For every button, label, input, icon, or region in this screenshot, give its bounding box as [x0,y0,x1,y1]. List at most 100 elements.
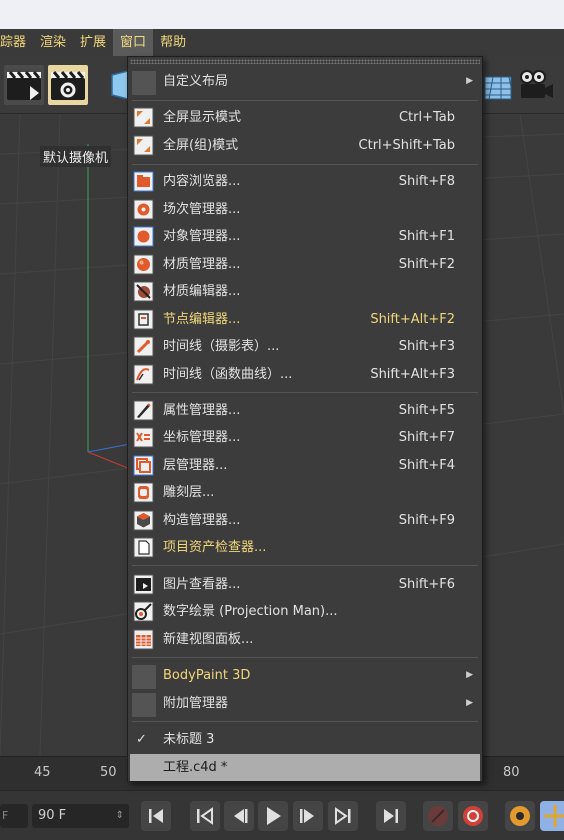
menu-item-label: 节点编辑器... [163,312,241,327]
stepper-icon[interactable]: ⇕ [116,804,124,828]
menu-item-object-manager[interactable]: 对象管理器... Shift+F1 [128,223,482,250]
menu-item-projection-man[interactable]: 数字绘景 (Projection Man)... [128,598,482,625]
clapper-play-icon [7,71,41,100]
icon-gutter [132,71,156,95]
menu-item-additional-managers[interactable]: 附加管理器 ▶ [128,690,482,717]
structure-manager-icon [133,510,154,531]
gear-icon [510,806,530,826]
render-view-button[interactable] [4,65,44,105]
end-frame-field[interactable]: 90 F ⇕ [32,804,129,828]
play-button[interactable] [258,801,288,831]
menu-item-structure-manager[interactable]: 构造管理器... Shift+F9 [128,507,482,534]
skip-start-icon [149,809,163,823]
menu-item-label: 全屏显示模式 [163,110,242,125]
menu-item-shortcut: Ctrl+Tab [398,110,455,125]
menu-window[interactable]: 窗口 [113,29,154,56]
node-editor-icon [133,309,154,330]
menu-item-new-view-panel[interactable]: 新建视图面板... [128,626,482,653]
floor-grid-button[interactable] [483,65,513,105]
menu-item-label: 材质编辑器... [163,284,241,299]
prev-frame-button[interactable] [224,801,254,831]
menu-item-label: 自定义布局 [163,74,229,89]
menu-item-label: 坐标管理器... [163,430,241,445]
camera-label[interactable]: 默认摄像机 [40,146,112,167]
camera-button[interactable] [515,65,555,105]
menu-item-label: 内容浏览器... [163,174,241,189]
checkmark-icon: ✓ [136,732,147,747]
prev-key-icon [197,807,213,825]
menu-item-label: 图片查看器... [163,577,241,592]
render-settings-button[interactable] [48,65,88,105]
menu-item-attribute-manager[interactable]: 属性管理器... Shift+F5 [128,397,482,424]
menu-item-fullscreen[interactable]: 全屏显示模式 Ctrl+Tab [128,104,482,131]
menu-item-label: 项目资产检查器... [163,540,267,555]
menu-item-label: BodyPaint 3D [163,668,251,683]
material-editor-icon [133,281,154,302]
menu-item-timeline-dopesheet[interactable]: 时间线（摄影表）... Shift+F3 [128,333,482,360]
menu-extensions[interactable]: 扩展 [73,29,113,56]
skip-end-icon [384,809,398,823]
menu-item-node-editor[interactable]: 节点编辑器... Shift+Alt+F2 [128,306,482,333]
autokey-icon [463,806,483,826]
menu-item-sculpt-layers[interactable]: 雕刻层... [128,479,482,506]
new-view-panel-icon [133,629,154,650]
camera-icon [520,70,553,98]
window-title-strip [0,0,564,29]
menu-item-document-untitled[interactable]: ✓ 未标题 3 [128,726,482,753]
next-key-button[interactable] [328,801,358,831]
menu-item-shortcut: Ctrl+Shift+Tab [358,138,455,153]
menu-item-label: 工程.c4d * [163,760,228,775]
record-disabled-button[interactable] [423,801,453,831]
record-key-icon [428,806,448,826]
menu-item-shortcut: Shift+F7 [398,430,455,445]
ruler-tick: 50 [100,765,117,780]
next-frame-button[interactable] [293,801,323,831]
cube-tool-button[interactable] [104,65,128,105]
menu-item-timeline-fcurve[interactable]: 时间线（函数曲线）... Shift+Alt+F3 [128,361,482,388]
start-frame-field[interactable]: F [0,804,28,828]
object-manager-icon [133,226,154,247]
submenu-arrow-icon: ▶ [466,76,473,86]
content-browser-icon [133,171,154,192]
menu-item-label: 全屏(组)模式 [163,138,239,153]
menu-item-project-asset-inspector[interactable]: 项目资产检查器... [128,534,482,561]
menu-item-shortcut: Shift+F3 [398,339,455,354]
menu-item-label: 雕刻层... [163,485,215,500]
take-manager-icon [133,199,154,220]
asset-inspector-icon [133,537,154,558]
floor-grid-icon [484,76,512,100]
menu-item-label: 场次管理器... [163,202,241,217]
menu-item-label: 对象管理器... [163,229,241,244]
prev-key-button[interactable] [190,801,220,831]
menu-help[interactable]: 帮助 [153,29,193,56]
menu-tracker[interactable]: 踪器 [0,29,33,56]
menu-item-coordinate-manager[interactable]: 坐标管理器... Shift+F7 [128,424,482,451]
autokey-button[interactable] [458,801,488,831]
menu-item-document-project[interactable]: 工程.c4d * [130,754,480,781]
window-menu-dropdown: 自定义布局 ▶ 全屏显示模式 Ctrl+Tab 全屏(组)模式 Ctrl+Shi… [127,56,483,782]
menu-item-picture-viewer[interactable]: 图片查看器... Shift+F6 [128,571,482,598]
menu-item-material-editor[interactable]: 材质编辑器... [128,278,482,305]
keyframe-settings-button[interactable] [505,801,535,831]
move-tool-button[interactable] [540,801,564,831]
icon-gutter [132,665,156,689]
menu-item-label: 属性管理器... [163,403,241,418]
move-arrows-icon [544,805,564,827]
menu-item-material-manager[interactable]: 材质管理器... Shift+F2 [128,251,482,278]
go-to-end-button[interactable] [376,801,406,831]
go-to-start-button[interactable] [141,801,171,831]
menu-item-label: 层管理器... [163,458,228,473]
menu-item-layer-manager[interactable]: 层管理器... Shift+F4 [128,452,482,479]
menu-item-custom-layout[interactable]: 自定义布局 ▶ [128,68,482,95]
menu-item-shortcut: Shift+F2 [398,257,455,272]
menu-render[interactable]: 渲染 [33,29,73,56]
material-manager-icon [133,254,154,275]
menu-item-take-manager[interactable]: 场次管理器... [128,196,482,223]
menu-item-bodypaint[interactable]: BodyPaint 3D ▶ [128,662,482,689]
tear-off-grip[interactable] [130,59,480,64]
transport-bar: F 90 F ⇕ [0,790,564,840]
menu-item-fullscreen-group[interactable]: 全屏(组)模式 Ctrl+Shift+Tab [128,132,482,159]
sculpt-layers-icon [133,482,154,503]
menu-item-content-browser[interactable]: 内容浏览器... Shift+F8 [128,168,482,195]
menu-item-label: 未标题 3 [163,732,215,747]
